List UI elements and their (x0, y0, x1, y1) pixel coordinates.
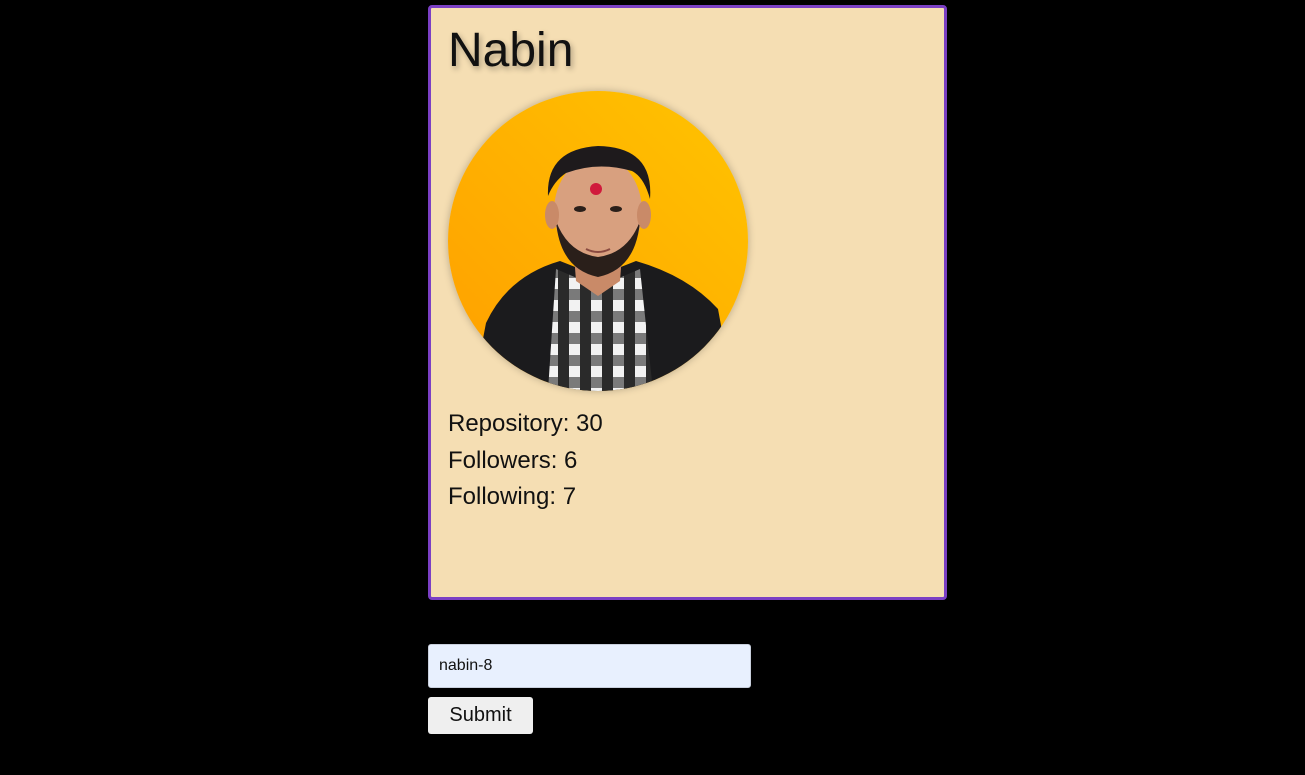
followers-count: Followers: 6 (448, 446, 578, 474)
submit-button[interactable]: Submit (428, 697, 533, 734)
following-count: Following: 7 (448, 483, 577, 510)
profile-card: Nabin Repository: 30 Followers: 6 Follow… (428, 5, 947, 600)
profile-name: Nabin (448, 24, 574, 77)
repository-count: Repository: 30 (448, 410, 603, 437)
avatar (448, 91, 748, 391)
profile-stats: Repository: 30 Followers: 6 Following: 7 (448, 409, 603, 519)
username-input[interactable] (428, 644, 751, 688)
profile-photo-icon (448, 91, 748, 391)
